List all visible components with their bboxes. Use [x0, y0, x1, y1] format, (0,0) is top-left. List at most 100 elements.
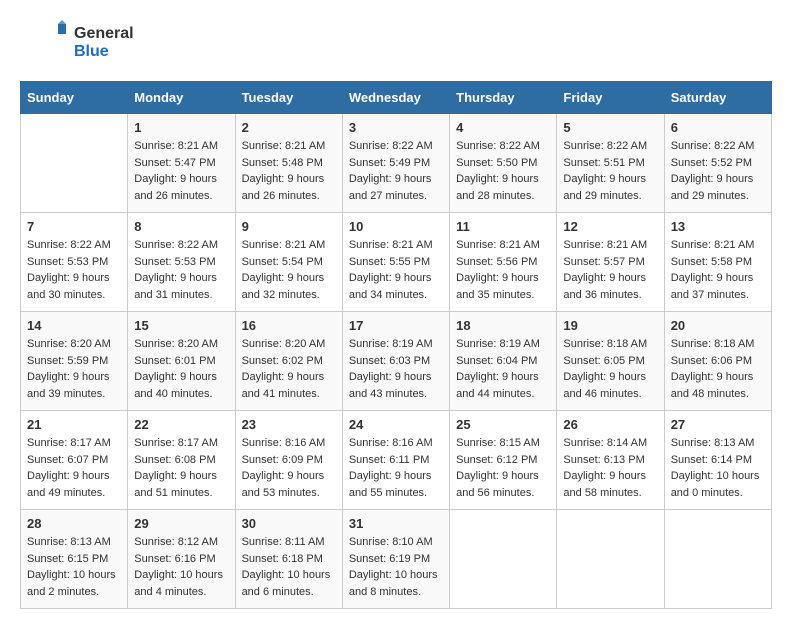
day-detail: Sunrise: 8:16 AMSunset: 6:11 PMDaylight:… — [349, 435, 443, 501]
day-number: 12 — [563, 219, 657, 234]
calendar-cell: 21 Sunrise: 8:17 AMSunset: 6:07 PMDaylig… — [21, 411, 128, 510]
day-detail: Sunrise: 8:12 AMSunset: 6:16 PMDaylight:… — [134, 534, 228, 600]
calendar-cell: 19 Sunrise: 8:18 AMSunset: 6:05 PMDaylig… — [557, 312, 664, 411]
logo: General Blue — [20, 20, 134, 65]
day-number: 1 — [134, 120, 228, 135]
day-number: 17 — [349, 318, 443, 333]
day-detail: Sunrise: 8:13 AMSunset: 6:15 PMDaylight:… — [27, 534, 121, 600]
calendar-cell: 5 Sunrise: 8:22 AMSunset: 5:51 PMDayligh… — [557, 114, 664, 213]
day-detail: Sunrise: 8:22 AMSunset: 5:51 PMDaylight:… — [563, 138, 657, 204]
calendar-cell: 24 Sunrise: 8:16 AMSunset: 6:11 PMDaylig… — [342, 411, 449, 510]
calendar-cell — [450, 510, 557, 609]
day-number: 7 — [27, 219, 121, 234]
day-number: 21 — [27, 417, 121, 432]
day-number: 10 — [349, 219, 443, 234]
day-detail: Sunrise: 8:17 AMSunset: 6:08 PMDaylight:… — [134, 435, 228, 501]
calendar-cell — [664, 510, 771, 609]
day-detail: Sunrise: 8:11 AMSunset: 6:18 PMDaylight:… — [242, 534, 336, 600]
day-number: 20 — [671, 318, 765, 333]
day-number: 16 — [242, 318, 336, 333]
day-detail: Sunrise: 8:20 AMSunset: 6:02 PMDaylight:… — [242, 336, 336, 402]
logo-svg — [20, 20, 70, 65]
day-detail: Sunrise: 8:19 AMSunset: 6:04 PMDaylight:… — [456, 336, 550, 402]
day-detail: Sunrise: 8:19 AMSunset: 6:03 PMDaylight:… — [349, 336, 443, 402]
calendar-cell: 4 Sunrise: 8:22 AMSunset: 5:50 PMDayligh… — [450, 114, 557, 213]
day-number: 8 — [134, 219, 228, 234]
header-monday: Monday — [128, 82, 235, 114]
logo-blue: Blue — [74, 43, 134, 61]
calendar-cell: 16 Sunrise: 8:20 AMSunset: 6:02 PMDaylig… — [235, 312, 342, 411]
day-number: 13 — [671, 219, 765, 234]
day-detail: Sunrise: 8:22 AMSunset: 5:50 PMDaylight:… — [456, 138, 550, 204]
day-detail: Sunrise: 8:13 AMSunset: 6:14 PMDaylight:… — [671, 435, 765, 501]
day-detail: Sunrise: 8:10 AMSunset: 6:19 PMDaylight:… — [349, 534, 443, 600]
calendar-table: SundayMondayTuesdayWednesdayThursdayFrid… — [20, 81, 772, 609]
calendar-cell: 14 Sunrise: 8:20 AMSunset: 5:59 PMDaylig… — [21, 312, 128, 411]
calendar-cell: 2 Sunrise: 8:21 AMSunset: 5:48 PMDayligh… — [235, 114, 342, 213]
day-number: 9 — [242, 219, 336, 234]
header-wednesday: Wednesday — [342, 82, 449, 114]
day-detail: Sunrise: 8:21 AMSunset: 5:58 PMDaylight:… — [671, 237, 765, 303]
calendar-cell: 26 Sunrise: 8:14 AMSunset: 6:13 PMDaylig… — [557, 411, 664, 510]
header-thursday: Thursday — [450, 82, 557, 114]
calendar-cell: 8 Sunrise: 8:22 AMSunset: 5:53 PMDayligh… — [128, 213, 235, 312]
day-detail: Sunrise: 8:21 AMSunset: 5:56 PMDaylight:… — [456, 237, 550, 303]
day-detail: Sunrise: 8:21 AMSunset: 5:47 PMDaylight:… — [134, 138, 228, 204]
calendar-cell: 15 Sunrise: 8:20 AMSunset: 6:01 PMDaylig… — [128, 312, 235, 411]
day-number: 11 — [456, 219, 550, 234]
calendar-cell: 3 Sunrise: 8:22 AMSunset: 5:49 PMDayligh… — [342, 114, 449, 213]
calendar-cell: 12 Sunrise: 8:21 AMSunset: 5:57 PMDaylig… — [557, 213, 664, 312]
day-number: 18 — [456, 318, 550, 333]
calendar-cell: 18 Sunrise: 8:19 AMSunset: 6:04 PMDaylig… — [450, 312, 557, 411]
calendar-cell: 11 Sunrise: 8:21 AMSunset: 5:56 PMDaylig… — [450, 213, 557, 312]
day-number: 27 — [671, 417, 765, 432]
header-friday: Friday — [557, 82, 664, 114]
day-number: 26 — [563, 417, 657, 432]
day-number: 14 — [27, 318, 121, 333]
day-detail: Sunrise: 8:21 AMSunset: 5:48 PMDaylight:… — [242, 138, 336, 204]
day-number: 15 — [134, 318, 228, 333]
day-detail: Sunrise: 8:22 AMSunset: 5:53 PMDaylight:… — [27, 237, 121, 303]
calendar-cell: 28 Sunrise: 8:13 AMSunset: 6:15 PMDaylig… — [21, 510, 128, 609]
day-detail: Sunrise: 8:21 AMSunset: 5:55 PMDaylight:… — [349, 237, 443, 303]
day-detail: Sunrise: 8:22 AMSunset: 5:52 PMDaylight:… — [671, 138, 765, 204]
day-number: 29 — [134, 516, 228, 531]
calendar-cell: 25 Sunrise: 8:15 AMSunset: 6:12 PMDaylig… — [450, 411, 557, 510]
calendar-cell: 10 Sunrise: 8:21 AMSunset: 5:55 PMDaylig… — [342, 213, 449, 312]
calendar-week-5: 28 Sunrise: 8:13 AMSunset: 6:15 PMDaylig… — [21, 510, 772, 609]
header-sunday: Sunday — [21, 82, 128, 114]
calendar-cell: 29 Sunrise: 8:12 AMSunset: 6:16 PMDaylig… — [128, 510, 235, 609]
header-saturday: Saturday — [664, 82, 771, 114]
calendar-week-1: 1 Sunrise: 8:21 AMSunset: 5:47 PMDayligh… — [21, 114, 772, 213]
calendar-cell: 7 Sunrise: 8:22 AMSunset: 5:53 PMDayligh… — [21, 213, 128, 312]
day-number: 4 — [456, 120, 550, 135]
day-detail: Sunrise: 8:22 AMSunset: 5:49 PMDaylight:… — [349, 138, 443, 204]
day-number: 24 — [349, 417, 443, 432]
calendar-cell: 30 Sunrise: 8:11 AMSunset: 6:18 PMDaylig… — [235, 510, 342, 609]
day-number: 28 — [27, 516, 121, 531]
day-detail: Sunrise: 8:16 AMSunset: 6:09 PMDaylight:… — [242, 435, 336, 501]
day-number: 3 — [349, 120, 443, 135]
day-number: 6 — [671, 120, 765, 135]
calendar-cell: 31 Sunrise: 8:10 AMSunset: 6:19 PMDaylig… — [342, 510, 449, 609]
day-number: 2 — [242, 120, 336, 135]
calendar-cell: 9 Sunrise: 8:21 AMSunset: 5:54 PMDayligh… — [235, 213, 342, 312]
calendar-cell: 17 Sunrise: 8:19 AMSunset: 6:03 PMDaylig… — [342, 312, 449, 411]
logo-text: General Blue — [74, 25, 134, 60]
day-number: 25 — [456, 417, 550, 432]
day-detail: Sunrise: 8:17 AMSunset: 6:07 PMDaylight:… — [27, 435, 121, 501]
day-detail: Sunrise: 8:22 AMSunset: 5:53 PMDaylight:… — [134, 237, 228, 303]
day-number: 31 — [349, 516, 443, 531]
day-number: 5 — [563, 120, 657, 135]
day-number: 19 — [563, 318, 657, 333]
calendar-cell: 6 Sunrise: 8:22 AMSunset: 5:52 PMDayligh… — [664, 114, 771, 213]
day-number: 30 — [242, 516, 336, 531]
calendar-cell: 23 Sunrise: 8:16 AMSunset: 6:09 PMDaylig… — [235, 411, 342, 510]
calendar-week-2: 7 Sunrise: 8:22 AMSunset: 5:53 PMDayligh… — [21, 213, 772, 312]
calendar-cell: 22 Sunrise: 8:17 AMSunset: 6:08 PMDaylig… — [128, 411, 235, 510]
day-detail: Sunrise: 8:14 AMSunset: 6:13 PMDaylight:… — [563, 435, 657, 501]
day-detail: Sunrise: 8:18 AMSunset: 6:05 PMDaylight:… — [563, 336, 657, 402]
calendar-cell: 13 Sunrise: 8:21 AMSunset: 5:58 PMDaylig… — [664, 213, 771, 312]
day-detail: Sunrise: 8:21 AMSunset: 5:54 PMDaylight:… — [242, 237, 336, 303]
logo-general: General — [74, 25, 134, 43]
